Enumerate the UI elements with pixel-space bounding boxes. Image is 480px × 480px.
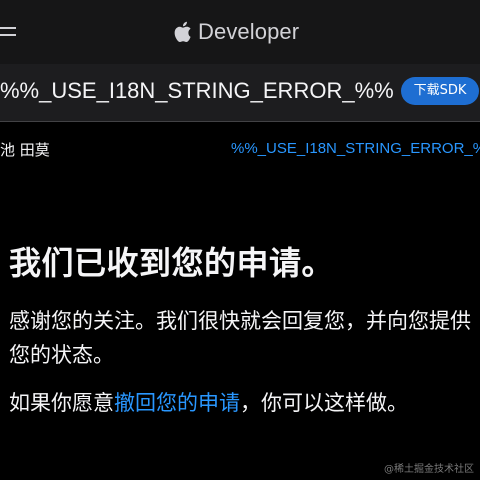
breadcrumb: 池 田莫 %%_USE_I18N_STRING_ERROR_%% bbox=[0, 122, 480, 174]
local-nav: %%_USE_I18N_STRING_ERROR_%% 下载SDK bbox=[0, 64, 480, 122]
brand-text: Developer bbox=[198, 19, 300, 44]
global-nav: Developer bbox=[0, 0, 480, 64]
withdraw-message: 如果你愿意撤回您的申请，你可以这样做。 bbox=[9, 386, 474, 420]
withdraw-application-link[interactable]: 撤回您的申请 bbox=[114, 391, 240, 415]
local-nav-title[interactable]: %%_USE_I18N_STRING_ERROR_%% bbox=[0, 78, 394, 104]
developer-home-link[interactable]: Developer bbox=[172, 17, 299, 47]
thank-you-message: 感谢您的关注。我们很快就会回复您，并向您提供您的状态。 bbox=[9, 309, 471, 367]
download-sdk-button[interactable]: 下载SDK bbox=[401, 77, 479, 105]
withdraw-message-prefix: 如果你愿意 bbox=[9, 391, 114, 415]
hamburger-menu-icon[interactable] bbox=[0, 24, 16, 40]
menu-icon-bar-bottom bbox=[0, 34, 16, 36]
watermark: @稀土掘金技术社区 bbox=[384, 464, 474, 475]
account-link[interactable]: %%_USE_I18N_STRING_ERROR_%% bbox=[231, 140, 480, 157]
page-title: 我们已收到您的申请。 bbox=[9, 244, 335, 282]
menu-icon-bar-top bbox=[0, 27, 16, 29]
apple-logo-icon bbox=[174, 21, 191, 43]
account-name: 池 田莫 bbox=[0, 141, 50, 159]
page: Developer %%_USE_I18N_STRING_ERROR_%% 下载… bbox=[0, 0, 480, 480]
withdraw-message-suffix: ，你可以这样做。 bbox=[240, 391, 408, 415]
